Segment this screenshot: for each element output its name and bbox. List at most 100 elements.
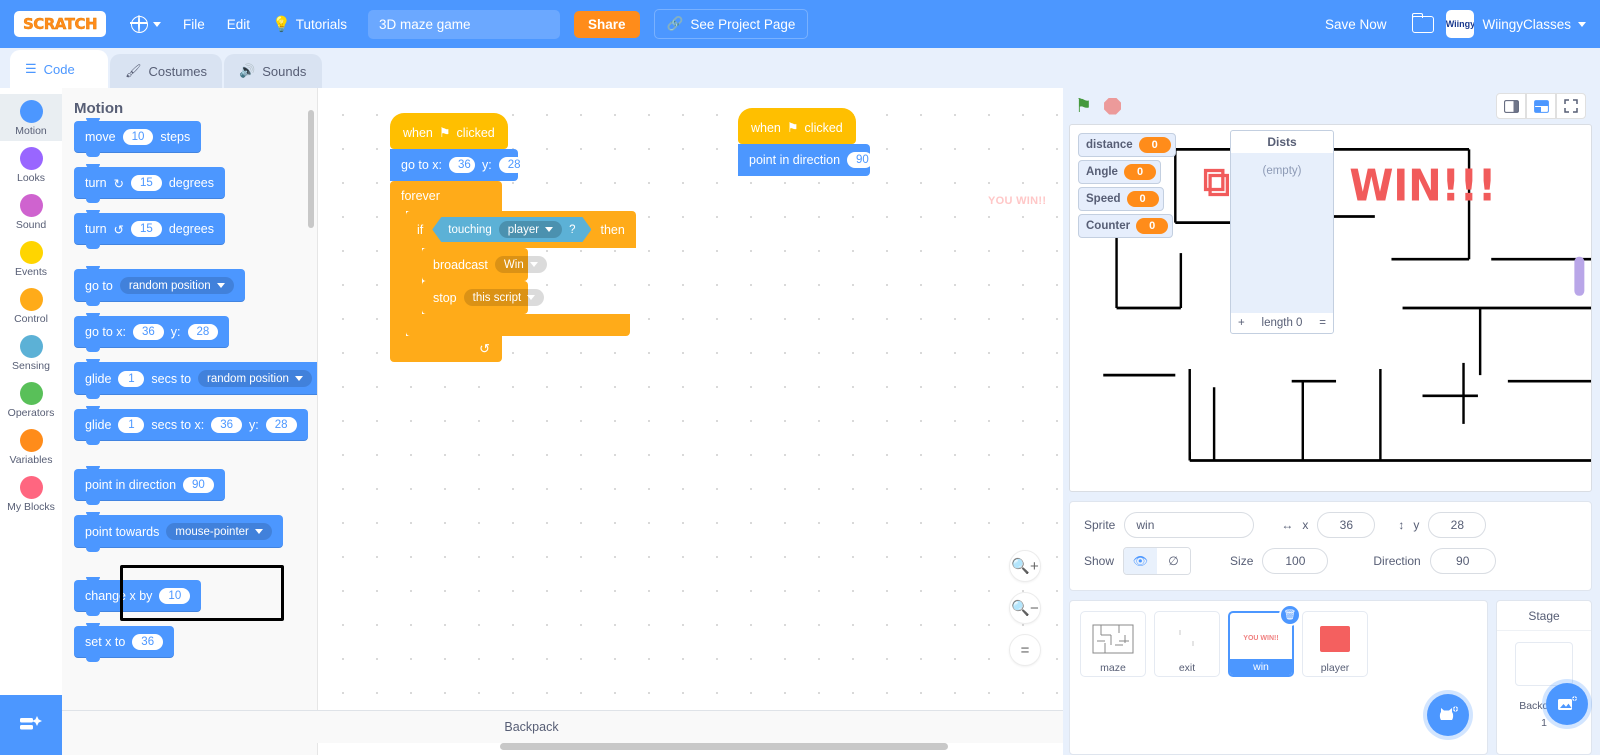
category-variables[interactable]: Variables bbox=[0, 423, 62, 470]
sprite-y-input[interactable] bbox=[1428, 512, 1487, 538]
monitor-speed[interactable]: Speed 0 bbox=[1078, 187, 1164, 211]
if-then-header[interactable]: if touching player ? then bbox=[406, 211, 636, 248]
file-menu[interactable]: File bbox=[172, 0, 216, 48]
palette-block-change-x-by[interactable]: change x by 10 bbox=[74, 577, 202, 616]
eye-icon[interactable]: 👁 bbox=[1124, 548, 1158, 574]
palette-block-point-towards[interactable]: point towards mouse-pointer bbox=[74, 512, 283, 552]
block-stop[interactable]: stop this script bbox=[422, 281, 545, 314]
category-operators[interactable]: Operators bbox=[0, 376, 62, 423]
category-motion[interactable]: Motion bbox=[0, 94, 62, 141]
block-input-y[interactable]: 28 bbox=[498, 157, 525, 173]
block-input[interactable]: 1 bbox=[118, 370, 145, 387]
script-green-flag-main[interactable]: when ⚑ clicked go to x: 36 y: 28 forever bbox=[390, 113, 636, 362]
palette-block-set-x-to[interactable]: set x to 36 bbox=[74, 623, 175, 662]
palette-block-move[interactable]: move 10 steps bbox=[74, 118, 202, 157]
stop-target-dropdown[interactable]: this script bbox=[463, 289, 545, 306]
block-input-secs[interactable]: 1 bbox=[118, 417, 145, 433]
list-add-button[interactable]: + bbox=[1238, 317, 1245, 329]
list-resize-handle[interactable]: = bbox=[1319, 317, 1326, 329]
block-input[interactable]: 10 bbox=[159, 588, 191, 604]
palette-block-go-to[interactable]: go to random position bbox=[74, 266, 245, 306]
block-when-flag-clicked[interactable]: when ⚑ clicked bbox=[390, 113, 508, 149]
small-stage-icon[interactable] bbox=[1496, 93, 1526, 119]
category-looks[interactable]: Looks bbox=[0, 141, 62, 188]
share-button[interactable]: Share bbox=[573, 10, 640, 38]
tutorials-menu[interactable]: 💡 Tutorials bbox=[261, 0, 358, 48]
sprite-card-win[interactable]: 🗑 YOU WIN!! win bbox=[1228, 604, 1301, 677]
code-workspace[interactable]: YOU WIN!! when ⚑ clicked go to x: 36 y: … bbox=[318, 88, 1063, 755]
large-stage-icon[interactable] bbox=[1526, 93, 1556, 119]
palette-block-turn-right[interactable]: turn ↻ 15 degrees bbox=[74, 164, 226, 203]
category-events[interactable]: Events bbox=[0, 235, 62, 282]
block-input-x[interactable]: 36 bbox=[211, 417, 243, 433]
tab-code[interactable]: ☰ Code bbox=[10, 50, 108, 88]
monitor-counter[interactable]: Counter 0 bbox=[1078, 214, 1174, 238]
palette-block-go-to-xy[interactable]: go to x: 36 y: 28 bbox=[74, 313, 230, 352]
block-forever[interactable]: forever if touching player ? then broadc… bbox=[390, 181, 636, 362]
block-input[interactable]: 15 bbox=[131, 175, 162, 191]
stage-selector-panel[interactable]: Stage Backdrops 1 bbox=[1496, 600, 1592, 755]
block-input[interactable]: 15 bbox=[131, 221, 162, 237]
block-input-x[interactable]: 36 bbox=[449, 157, 475, 173]
eye-slash-icon[interactable]: ∅ bbox=[1157, 548, 1191, 574]
tab-costumes[interactable]: 🖌 Costumes bbox=[110, 54, 223, 88]
palette-block-glide-to[interactable]: glide 1 secs to random position bbox=[74, 359, 317, 399]
backpack-bar[interactable]: Backpack bbox=[0, 710, 1063, 743]
language-menu[interactable] bbox=[120, 0, 172, 48]
monitor-list-dists[interactable]: Dists (empty) + length 0 = bbox=[1230, 130, 1334, 334]
block-if-then[interactable]: if touching player ? then broadcast Win … bbox=[406, 211, 636, 336]
block-go-to-xy[interactable]: go to x: 36 y: 28 bbox=[390, 149, 525, 181]
see-project-page-button[interactable]: 🔗 See Project Page bbox=[653, 9, 809, 39]
palette-block-glide-to-xy[interactable]: glide 1 secs to x: 36 y: 28 bbox=[74, 406, 308, 445]
block-input[interactable]: 90 bbox=[183, 477, 214, 493]
palette-block-turn-left[interactable]: turn ↺ 15 degrees bbox=[74, 210, 226, 249]
sprite-list[interactable]: maze exit 🗑 YOU WIN!! win player bbox=[1069, 600, 1488, 755]
block-palette[interactable]: Motion move 10 steps turn ↻ 15 degrees t… bbox=[62, 88, 318, 755]
category-my-blocks[interactable]: My Blocks bbox=[0, 470, 62, 517]
zoom-reset-icon[interactable]: = bbox=[1009, 634, 1041, 666]
add-backdrop-button[interactable] bbox=[1546, 683, 1588, 725]
touching-target-dropdown[interactable]: player bbox=[499, 221, 562, 238]
stage-display[interactable]: ⧉ WIN!!! distance 0 Angle 0 Speed 0 Coun… bbox=[1069, 124, 1592, 492]
block-input[interactable]: 10 bbox=[122, 129, 154, 145]
block-touching[interactable]: touching player ? bbox=[432, 217, 591, 242]
block-dropdown[interactable]: random position bbox=[198, 370, 312, 387]
block-input-x[interactable]: 36 bbox=[133, 324, 164, 340]
monitor-distance[interactable]: distance 0 bbox=[1078, 133, 1176, 157]
sprite-card-player[interactable]: player bbox=[1302, 611, 1368, 677]
canvas-horizontal-scrollbar[interactable] bbox=[500, 743, 948, 750]
monitor-angle[interactable]: Angle 0 bbox=[1078, 160, 1162, 184]
zoom-in-icon[interactable]: 🔍+ bbox=[1009, 550, 1041, 582]
category-sound[interactable]: Sound bbox=[0, 188, 62, 235]
block-input-y[interactable]: 28 bbox=[265, 417, 297, 433]
block-input[interactable]: 90 bbox=[847, 152, 874, 168]
script-green-flag-point[interactable]: when ⚑ clicked point in direction 90 bbox=[738, 108, 874, 176]
broadcast-message-dropdown[interactable]: Win bbox=[494, 256, 547, 273]
green-flag-button[interactable]: ⚑ bbox=[1075, 95, 1092, 118]
scratch-logo[interactable]: SCRATCH bbox=[14, 11, 106, 37]
block-point-in-direction[interactable]: point in direction 90 bbox=[738, 144, 874, 176]
sprite-x-input[interactable] bbox=[1317, 512, 1376, 538]
stop-button[interactable] bbox=[1104, 97, 1122, 115]
palette-block-point-in-direction[interactable]: point in direction 90 bbox=[74, 466, 225, 505]
sprite-card-maze[interactable]: maze bbox=[1080, 611, 1146, 677]
block-input-y[interactable]: 28 bbox=[187, 324, 219, 340]
account-menu[interactable]: WiingyClasses bbox=[1482, 17, 1586, 32]
block-input[interactable]: 36 bbox=[132, 634, 164, 650]
sprite-card-exit[interactable]: exit bbox=[1154, 611, 1220, 677]
edit-menu[interactable]: Edit bbox=[216, 0, 261, 48]
category-control[interactable]: Control bbox=[0, 282, 62, 329]
palette-scrollbar[interactable] bbox=[308, 110, 314, 228]
block-dropdown[interactable]: random position bbox=[119, 277, 234, 294]
block-when-flag-clicked[interactable]: when ⚑ clicked bbox=[738, 108, 856, 144]
project-title-input[interactable] bbox=[367, 9, 560, 39]
sprite-name-input[interactable] bbox=[1124, 512, 1255, 538]
add-extension-button[interactable] bbox=[0, 695, 62, 755]
save-now-button[interactable]: Save Now bbox=[1311, 17, 1401, 32]
tab-sounds[interactable]: 🔊 Sounds bbox=[224, 54, 323, 88]
category-sensing[interactable]: Sensing bbox=[0, 329, 62, 376]
block-dropdown[interactable]: mouse-pointer bbox=[166, 523, 272, 540]
trash-icon[interactable]: 🗑 bbox=[1279, 604, 1301, 626]
folder-icon[interactable] bbox=[1412, 12, 1435, 33]
sprite-size-input[interactable] bbox=[1262, 548, 1329, 574]
